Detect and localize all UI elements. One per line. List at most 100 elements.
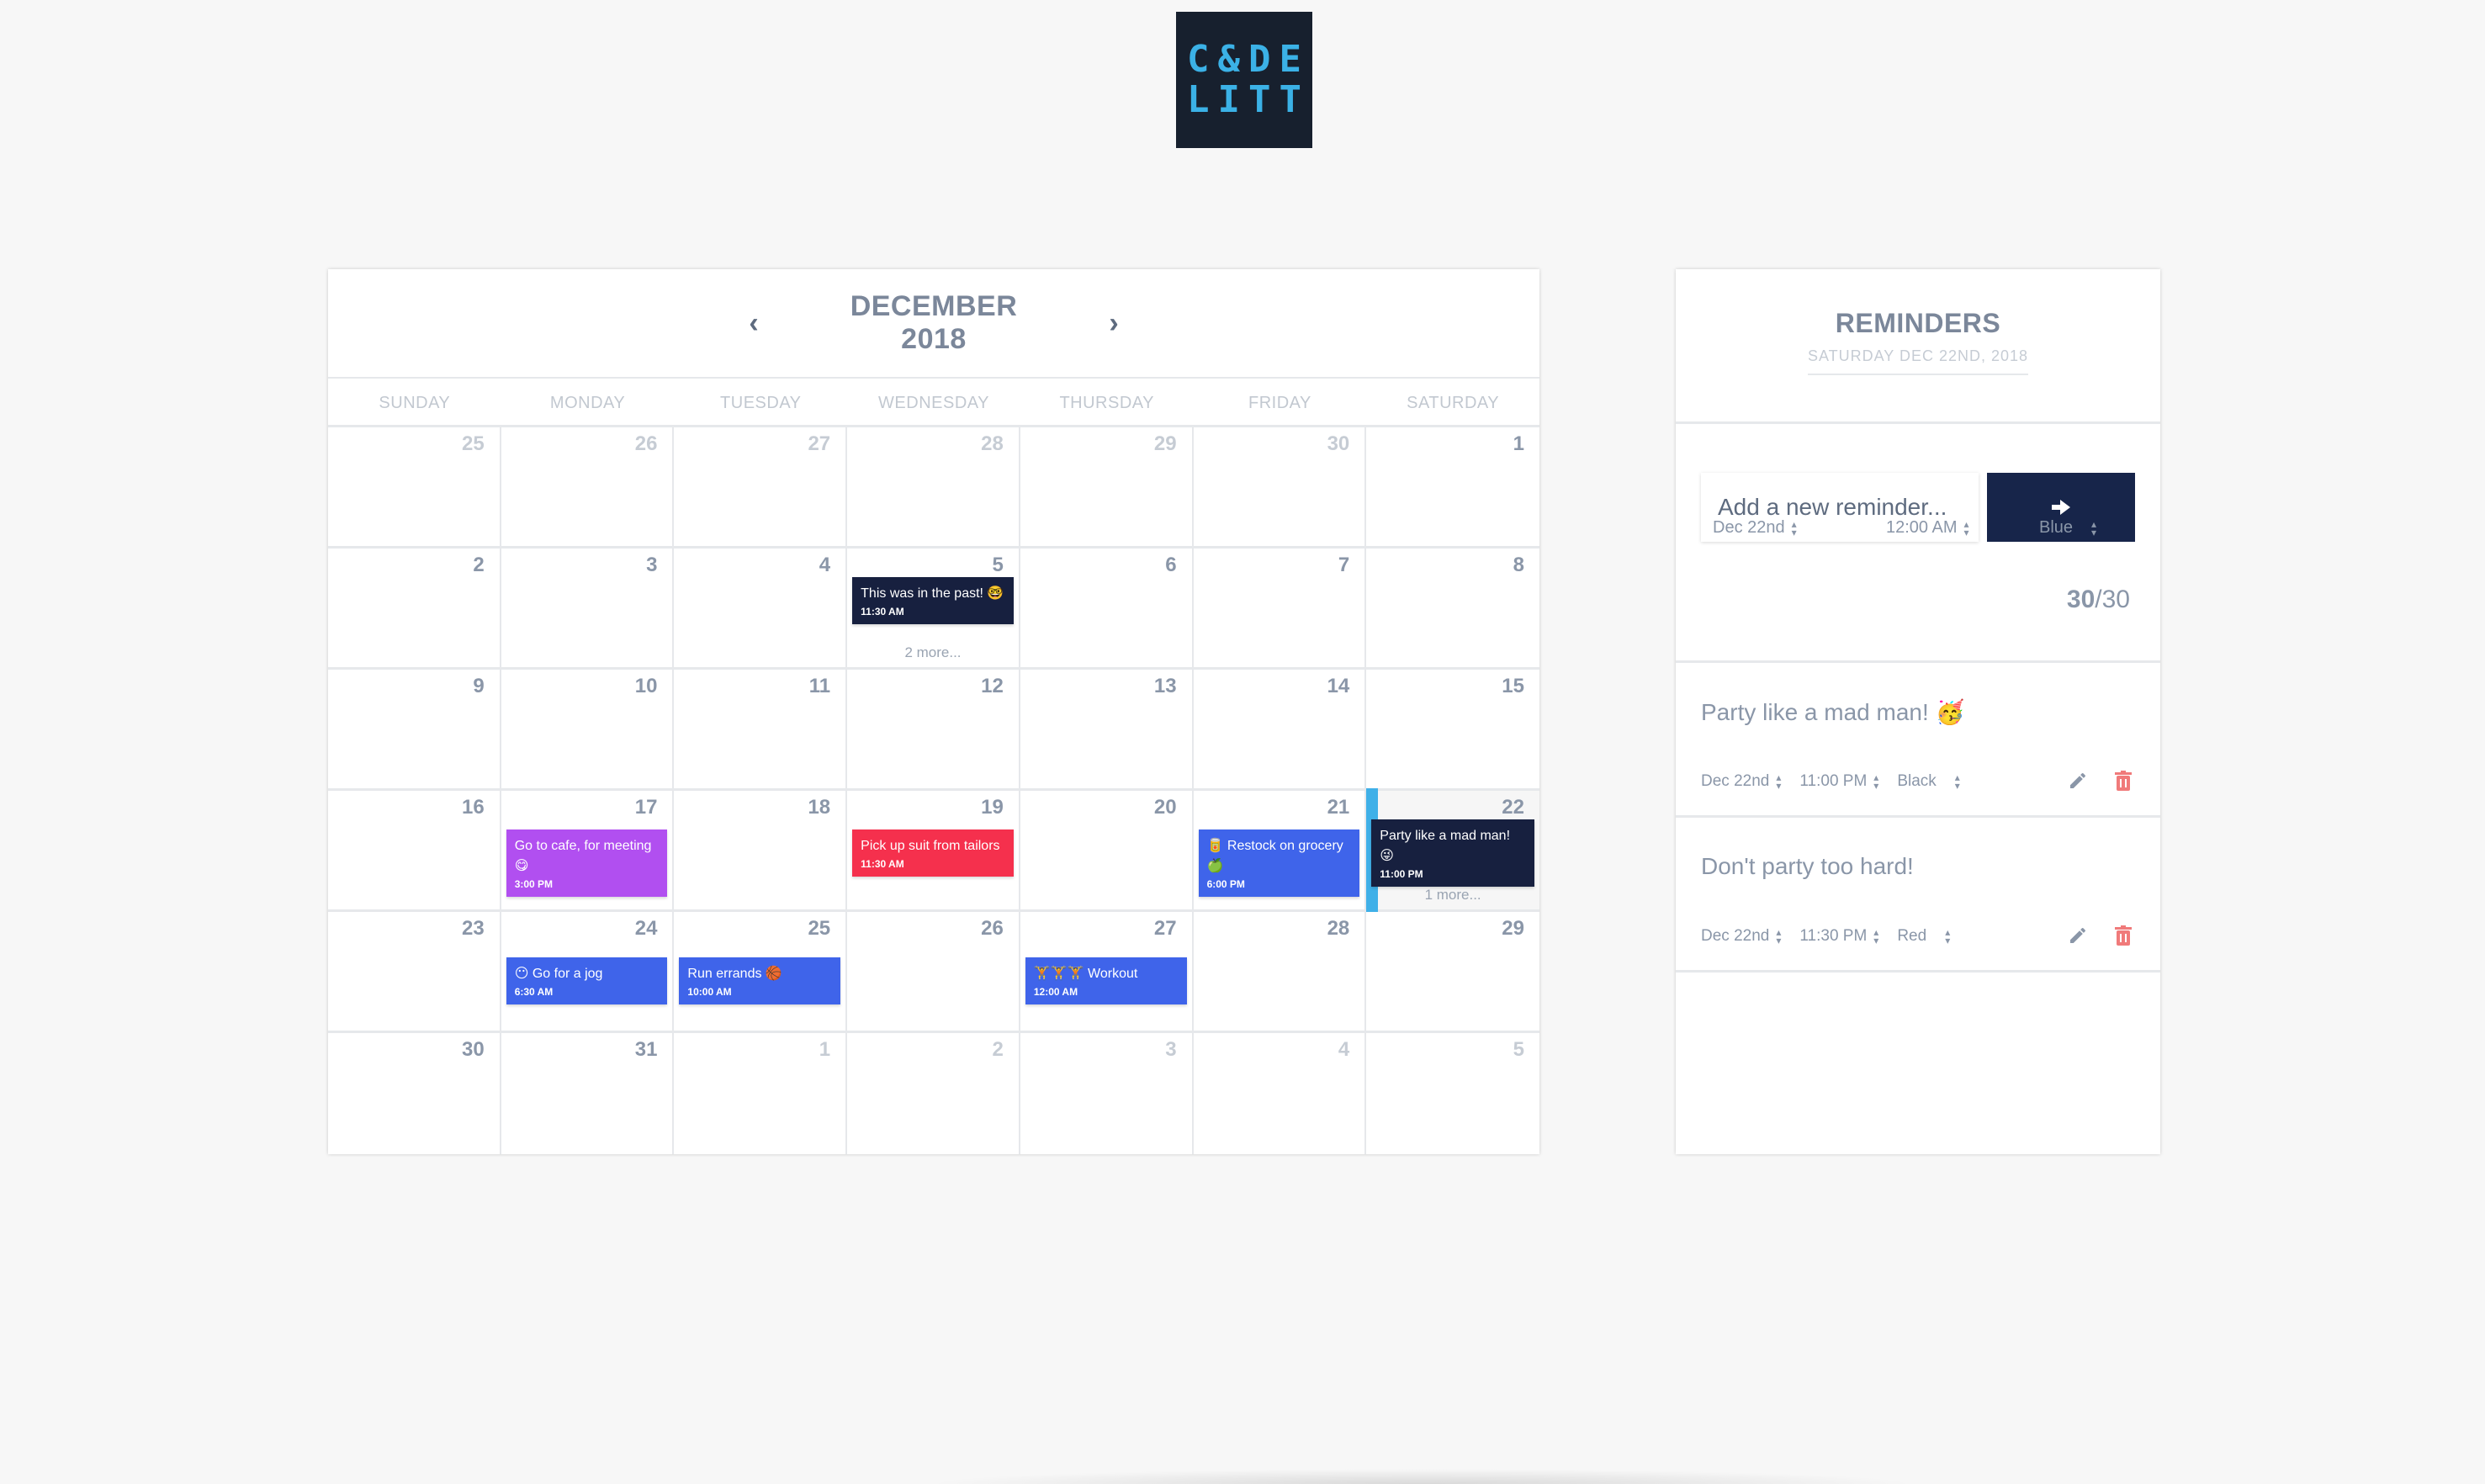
delete-trash-icon[interactable] — [2111, 769, 2135, 792]
day-cell[interactable]: 28 — [1193, 912, 1367, 1033]
chevron-right-icon[interactable]: › — [1089, 298, 1139, 348]
reminders-date: SATURDAY DEC 22ND, 2018 — [1807, 347, 2029, 375]
day-cell[interactable]: 5 — [1366, 1033, 1539, 1154]
select-caret-icon: ▴ ▾ — [1954, 771, 1960, 792]
chevron-left-icon[interactable]: ‹ — [729, 298, 779, 348]
calendar-event[interactable]: Go to cafe, for meeting 😋 3:00 PM — [506, 829, 668, 897]
day-number: 13 — [1153, 675, 1177, 697]
reminder-time-select[interactable]: 11:00 PM ▴ ▾ — [1799, 772, 1878, 791]
day-cell[interactable]: 29 — [1020, 427, 1194, 549]
day-number: 20 — [1153, 796, 1177, 819]
edit-pencil-icon[interactable] — [2066, 769, 2090, 792]
day-cell[interactable]: 14 — [1193, 670, 1367, 791]
calendar-event[interactable]: 🏋🏋🏋 Workout 12:00 AM — [1025, 957, 1187, 1004]
counter-value: 30 — [2066, 586, 2096, 613]
day-cell[interactable]: 6 — [1020, 549, 1194, 670]
reminder-text[interactable]: Don't party too hard! — [1701, 853, 1914, 880]
reminder-date: Dec 22nd — [1701, 772, 1770, 790]
calendar-event[interactable]: 😶 Go for a jog 6:30 AM — [506, 957, 668, 1004]
reminder-color-select[interactable]: Black ▴ ▾ — [1897, 772, 1960, 791]
day-cell[interactable]: 20 — [1020, 791, 1194, 912]
day-cell[interactable]: 1 — [1366, 427, 1539, 549]
day-cell[interactable]: 26 — [847, 912, 1020, 1033]
select-caret-icon: ▴ ▾ — [1776, 926, 1782, 946]
day-cell[interactable]: 15 — [1366, 670, 1539, 791]
day-cell[interactable]: 3 — [1020, 1033, 1194, 1154]
select-caret-icon: ▴ ▾ — [1873, 926, 1879, 946]
day-cell[interactable]: 24 😶 Go for a jog 6:30 AM — [501, 912, 675, 1033]
counter-max: /30 — [2095, 586, 2130, 613]
day-cell[interactable]: 29 — [1366, 912, 1539, 1033]
day-cell[interactable]: 23 — [328, 912, 501, 1033]
more-events-link[interactable]: 1 more... — [1366, 887, 1539, 904]
edit-pencil-icon[interactable] — [2066, 924, 2090, 947]
day-cell[interactable]: 7 — [1193, 549, 1367, 670]
date-select[interactable]: Dec 22nd ▴ ▾ — [1713, 518, 1797, 538]
event-time: 3:00 PM — [514, 878, 554, 890]
day-number: 27 — [1153, 917, 1177, 940]
reminder-actions — [2044, 924, 2135, 947]
reminder-date-select[interactable]: Dec 22nd ▴ ▾ — [1701, 927, 1781, 946]
arrow-right-icon — [2052, 500, 2070, 515]
event-time: 11:00 PM — [1380, 868, 1423, 880]
day-number: 1 — [819, 1038, 831, 1061]
day-cell[interactable]: 25 Run errands 🏀 10:00 AM — [674, 912, 848, 1033]
day-cell[interactable]: 12 — [847, 670, 1020, 791]
day-cell[interactable]: 4 — [674, 549, 848, 670]
day-cell[interactable]: 26 — [501, 427, 675, 549]
time-select[interactable]: 12:00 AM ▴ ▾ — [1886, 518, 1969, 538]
day-cell[interactable]: 21 🥫 Restock on grocery 🍏 6:00 PM — [1193, 791, 1367, 912]
day-cell[interactable]: 16 — [328, 791, 501, 912]
day-cell[interactable]: 1 — [674, 1033, 848, 1154]
reminder-meta: Dec 22nd ▴ ▾ 11:30 PM ▴ ▾ Red ▴ ▾ — [1701, 927, 1968, 946]
calendar-event[interactable]: Run errands 🏀 10:00 AM — [679, 957, 841, 1004]
calendar-event[interactable]: 🥫 Restock on grocery 🍏 6:00 PM — [1198, 829, 1360, 897]
day-cell[interactable]: 30 — [328, 1033, 501, 1154]
time-select-value: 12:00 AM — [1886, 518, 1958, 537]
weekday-label: MONDAY — [549, 394, 626, 412]
weekday-label: WEDNESDAY — [878, 394, 989, 412]
day-cell[interactable]: 5 This was in the past! 🤓 11:30 AM 2 more..… — [847, 549, 1020, 670]
reminder-color-select[interactable]: Red ▴ ▾ — [1897, 927, 1950, 946]
day-number: 29 — [1502, 917, 1524, 940]
more-events-link[interactable]: 2 more... — [847, 644, 1019, 661]
day-cell[interactable]: 27 — [674, 427, 848, 549]
calendar-event[interactable]: Pick up suit from tailors 11:30 AM — [852, 829, 1014, 877]
calendar-event[interactable]: This was in the past! 🤓 11:30 AM — [852, 577, 1014, 624]
day-cell[interactable]: 13 — [1020, 670, 1194, 791]
day-cell[interactable]: 19 Pick up suit from tailors 11:30 AM — [847, 791, 1020, 912]
day-cell[interactable]: 2 — [847, 1033, 1020, 1154]
reminder-time-select[interactable]: 11:30 PM ▴ ▾ — [1799, 927, 1878, 946]
day-number: 25 — [808, 917, 831, 940]
day-number: 21 — [1327, 796, 1350, 819]
day-cell[interactable]: 30 — [1193, 427, 1367, 549]
day-cell[interactable]: 27 🏋🏋🏋 Workout 12:00 AM — [1020, 912, 1194, 1033]
day-cell[interactable]: 11 — [674, 670, 848, 791]
calendar-event[interactable]: Party like a mad man! 😜 11:00 PM — [1371, 819, 1534, 887]
day-cell[interactable]: 2 — [328, 549, 501, 670]
event-time: 10:00 AM — [687, 986, 732, 998]
day-cell[interactable]: 9 — [328, 670, 501, 791]
day-cell[interactable]: 17 Go to cafe, for meeting 😋 3:00 PM — [501, 791, 675, 912]
day-number: 8 — [1513, 554, 1524, 576]
delete-trash-icon[interactable] — [2111, 924, 2135, 947]
day-number: 15 — [1502, 675, 1524, 697]
bottom-shadow — [925, 1469, 1918, 1484]
reminder-date-select[interactable]: Dec 22nd ▴ ▾ — [1701, 772, 1781, 791]
day-cell[interactable]: 22 Party like a mad man! 😜 11:00 PM 1 more.… — [1366, 788, 1539, 912]
day-cell[interactable]: 10 — [501, 670, 675, 791]
day-cell[interactable]: 18 — [674, 791, 848, 912]
day-cell[interactable]: 3 — [501, 549, 675, 670]
day-cell[interactable]: 31 — [501, 1033, 675, 1154]
reminder-item: Don't party too hard! Dec 22nd ▴ ▾ 11:30 PM ▴… — [1676, 818, 2160, 973]
day-cell[interactable]: 28 — [847, 427, 1020, 549]
select-caret-icon: ▴ ▾ — [1873, 771, 1879, 792]
day-cell[interactable]: 8 — [1366, 549, 1539, 670]
date-select-value: Dec 22nd — [1713, 518, 1785, 537]
day-cell[interactable]: 4 — [1194, 1033, 1367, 1154]
logo-line-2: LITT — [1187, 78, 1310, 121]
reminder-text[interactable]: Party like a mad man! 🥳 — [1701, 698, 1964, 726]
color-select[interactable]: Blue ▴ ▾ — [2039, 518, 2096, 538]
calendar-grid: 25 26 27 28 29 30 1 2 3 4 5 This was in the past! 🤓… — [328, 427, 1539, 1154]
day-cell[interactable]: 25 — [328, 427, 501, 549]
